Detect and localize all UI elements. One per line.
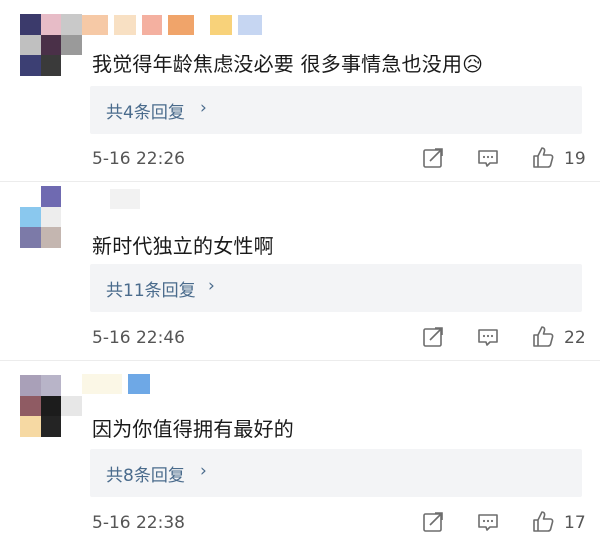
avatar-tile bbox=[20, 186, 41, 207]
view-replies-button[interactable]: 共8条回复 › bbox=[90, 449, 582, 497]
username-block bbox=[110, 189, 140, 209]
reply-count-label: 共8条回复 bbox=[106, 466, 185, 486]
avatar-tile bbox=[20, 395, 41, 417]
avatar-tile bbox=[20, 14, 41, 35]
view-replies-button[interactable]: 共11条回复 › bbox=[90, 264, 582, 312]
reply-count-label: 共4条回复 bbox=[106, 103, 185, 123]
avatar-tile bbox=[61, 375, 82, 396]
comment-footer: 5-16 22:26 19 bbox=[92, 145, 592, 173]
avatar-tile bbox=[61, 55, 82, 76]
avatar-tile bbox=[20, 227, 41, 248]
share-icon[interactable] bbox=[420, 145, 446, 171]
username-block bbox=[82, 15, 108, 35]
share-icon[interactable] bbox=[420, 324, 446, 350]
avatar-tile bbox=[61, 395, 82, 417]
comment-text: 我觉得年龄焦虑没必要 很多事情急也没用😥 bbox=[92, 52, 484, 76]
comment-text: 因为你值得拥有最好的 bbox=[92, 417, 294, 441]
comment-icon[interactable] bbox=[475, 145, 501, 171]
comment-time: 5-16 22:38 bbox=[92, 513, 185, 533]
username-block bbox=[168, 15, 194, 35]
comment-time: 5-16 22:26 bbox=[92, 149, 185, 169]
like-count: 17 bbox=[564, 513, 586, 533]
username-block bbox=[128, 374, 150, 394]
username[interactable] bbox=[82, 373, 150, 395]
avatar-tile bbox=[40, 206, 62, 228]
avatar-tile bbox=[40, 375, 62, 396]
avatar-tile bbox=[61, 227, 82, 248]
comment-footer: 5-16 22:46 22 bbox=[92, 324, 592, 352]
avatar[interactable] bbox=[20, 14, 82, 76]
chevron-right-icon: › bbox=[200, 461, 207, 481]
like-icon[interactable] bbox=[530, 145, 556, 171]
share-icon[interactable] bbox=[420, 509, 446, 535]
comment-item: 新时代独立的女性啊 共11条回复 › 5-16 22:46 22 bbox=[0, 182, 600, 360]
avatar-tile bbox=[61, 14, 82, 35]
comment-icon[interactable] bbox=[475, 509, 501, 535]
like-count: 22 bbox=[564, 328, 586, 348]
username[interactable] bbox=[82, 188, 140, 210]
comment-time: 5-16 22:46 bbox=[92, 328, 185, 348]
avatar-tile bbox=[20, 416, 41, 437]
avatar-tile bbox=[20, 206, 41, 228]
username-block bbox=[142, 15, 162, 35]
reply-count-label: 共11条回复 bbox=[106, 281, 196, 301]
avatar-tile bbox=[40, 416, 62, 437]
username-block bbox=[82, 374, 122, 394]
comment-footer: 5-16 22:38 17 bbox=[92, 509, 592, 537]
like-icon[interactable] bbox=[530, 324, 556, 350]
avatar-tile bbox=[61, 34, 82, 56]
avatar[interactable] bbox=[20, 186, 82, 248]
avatar-tile bbox=[40, 14, 62, 35]
username-block bbox=[210, 15, 232, 35]
avatar-tile bbox=[40, 395, 62, 417]
username-block bbox=[82, 189, 104, 209]
username[interactable] bbox=[82, 14, 262, 36]
avatar-tile bbox=[20, 55, 41, 76]
comment-text: 新时代独立的女性啊 bbox=[92, 234, 274, 258]
avatar-tile bbox=[20, 375, 41, 396]
comment-item: 我觉得年龄焦虑没必要 很多事情急也没用😥 共4条回复 › 5-16 22:26 … bbox=[0, 0, 600, 182]
avatar-tile bbox=[40, 186, 62, 207]
avatar-tile bbox=[40, 55, 62, 76]
comment-item: 因为你值得拥有最好的 共8条回复 › 5-16 22:38 17 bbox=[0, 361, 600, 540]
chevron-right-icon: › bbox=[200, 98, 207, 118]
avatar-tile bbox=[40, 34, 62, 56]
comment-icon[interactable] bbox=[475, 324, 501, 350]
avatar-tile bbox=[20, 34, 41, 56]
username-block bbox=[114, 15, 136, 35]
username-block bbox=[200, 15, 204, 35]
like-icon[interactable] bbox=[530, 509, 556, 535]
avatar-tile bbox=[40, 227, 62, 248]
avatar[interactable] bbox=[20, 375, 82, 437]
view-replies-button[interactable]: 共4条回复 › bbox=[90, 86, 582, 134]
username-block bbox=[238, 15, 262, 35]
avatar-tile bbox=[61, 186, 82, 207]
like-count: 19 bbox=[564, 149, 586, 169]
avatar-tile bbox=[61, 416, 82, 437]
chevron-right-icon: › bbox=[208, 276, 215, 296]
avatar-tile bbox=[61, 206, 82, 228]
